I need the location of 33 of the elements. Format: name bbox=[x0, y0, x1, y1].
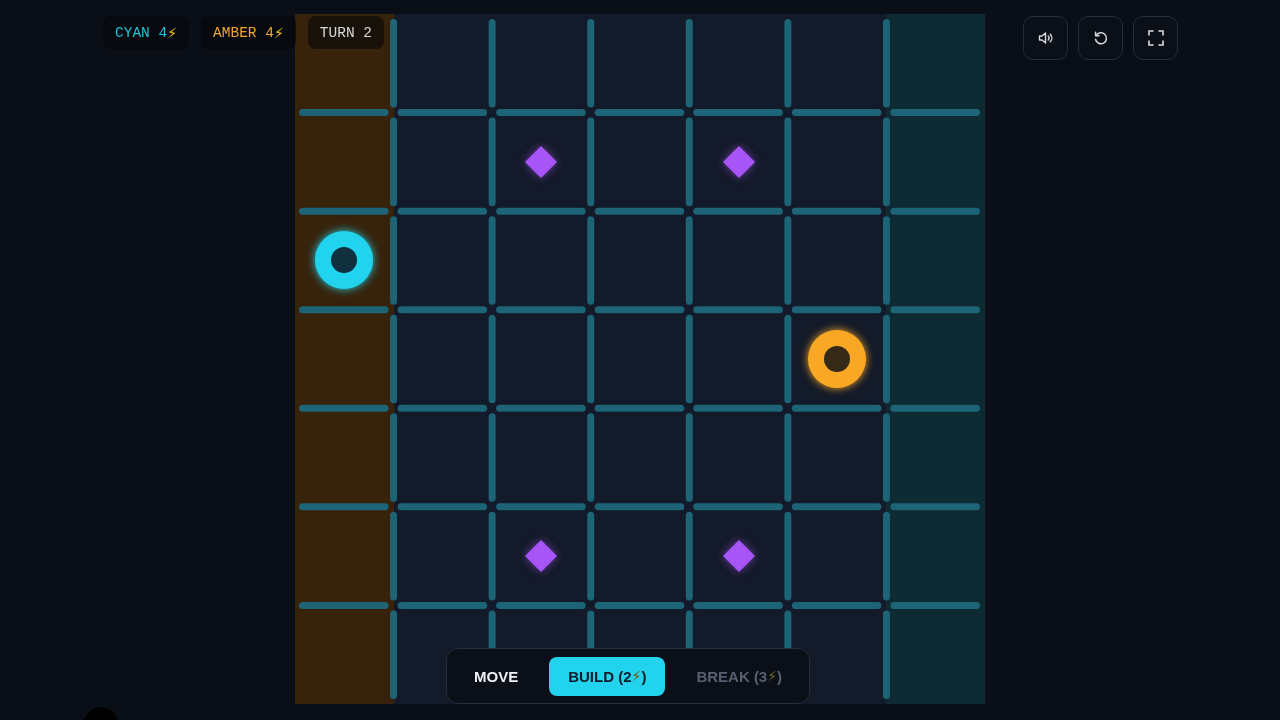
board-cell[interactable] bbox=[590, 14, 690, 113]
player-token[interactable] bbox=[808, 330, 867, 388]
board-cell[interactable] bbox=[295, 14, 394, 113]
board-cell[interactable] bbox=[295, 211, 394, 310]
mode-button[interactable]: MOVE bbox=[455, 656, 538, 696]
restart-button[interactable] bbox=[1078, 16, 1123, 60]
fullscreen-icon bbox=[1147, 30, 1164, 46]
board-cell[interactable] bbox=[295, 506, 394, 606]
board-cell[interactable] bbox=[393, 14, 493, 113]
sound-button[interactable] bbox=[1023, 16, 1068, 60]
fullscreen-button[interactable] bbox=[1133, 16, 1178, 60]
speaker-icon bbox=[1037, 30, 1054, 46]
board-cell[interactable] bbox=[295, 309, 394, 409]
player-energy: CYAN 4⚡ bbox=[103, 16, 190, 49]
player-token[interactable] bbox=[315, 231, 374, 290]
board-cell[interactable] bbox=[886, 605, 985, 704]
board-cell[interactable] bbox=[787, 14, 887, 113]
board-cell[interactable] bbox=[886, 211, 985, 310]
gem-icon bbox=[524, 539, 559, 574]
gem-icon bbox=[721, 539, 756, 574]
board-cell[interactable] bbox=[295, 112, 394, 212]
board-cell[interactable] bbox=[886, 14, 985, 113]
board-cell[interactable] bbox=[689, 14, 788, 113]
turn-counter: TURN 2 bbox=[307, 16, 385, 49]
board-cell[interactable] bbox=[295, 408, 394, 507]
board-cell[interactable] bbox=[886, 408, 985, 507]
board-cell[interactable] bbox=[492, 14, 591, 113]
mode-button[interactable]: BUILD (2⚡) bbox=[549, 656, 666, 696]
player-energy: AMBER 4⚡ bbox=[201, 16, 296, 49]
refresh-icon bbox=[1092, 30, 1109, 46]
gem-icon bbox=[524, 144, 559, 179]
board-cell[interactable] bbox=[295, 605, 394, 704]
gem-icon bbox=[721, 144, 756, 179]
